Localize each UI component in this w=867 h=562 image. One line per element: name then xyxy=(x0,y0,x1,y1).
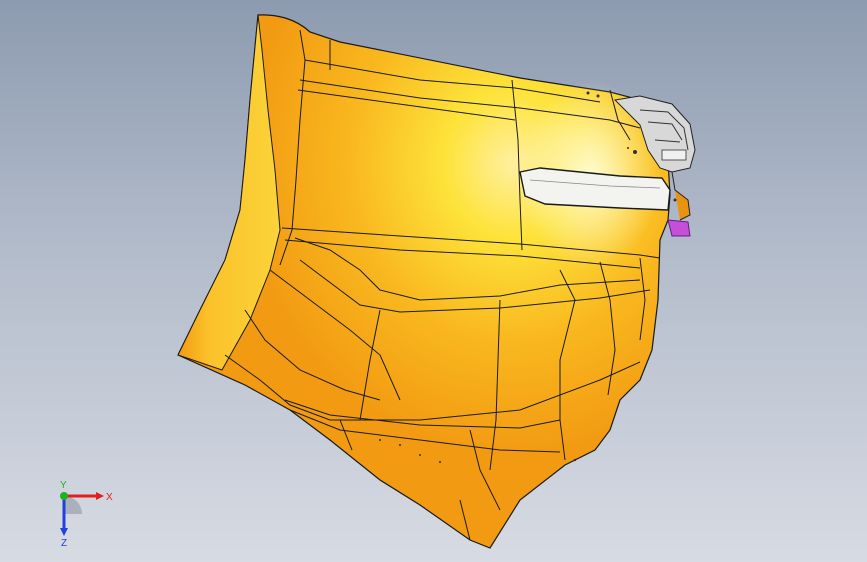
z-axis-label: Z xyxy=(61,538,67,548)
z-axis-arrow xyxy=(60,528,68,536)
bumper-part-model[interactable] xyxy=(0,0,867,562)
y-axis-dot xyxy=(60,492,68,500)
cad-viewport[interactable]: X Y Z xyxy=(0,0,867,562)
x-axis-arrow xyxy=(96,492,104,500)
y-axis-label: Y xyxy=(60,480,67,491)
axis-triad: X Y Z xyxy=(60,480,113,548)
x-axis-label: X xyxy=(106,492,113,503)
